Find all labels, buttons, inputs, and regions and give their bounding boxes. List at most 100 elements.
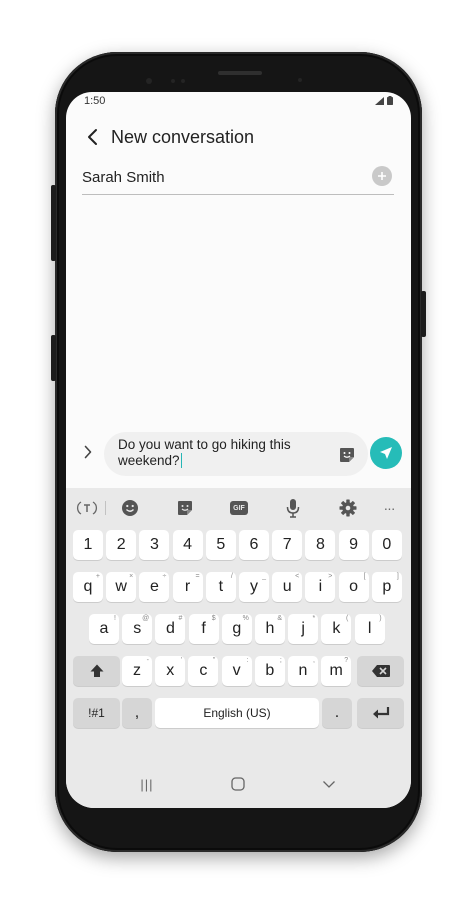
- key-a-label: a: [99, 620, 109, 637]
- period-key[interactable]: .: [322, 698, 352, 728]
- send-button[interactable]: [370, 437, 402, 469]
- key-n-label: n: [298, 662, 308, 679]
- proximity-sensor: [171, 79, 175, 83]
- key-c[interactable]: c ": [188, 656, 219, 686]
- key-j[interactable]: j *: [288, 614, 319, 644]
- more-options-button[interactable]: ···: [376, 496, 402, 520]
- key-s-label: s: [133, 620, 142, 637]
- back-button[interactable]: [80, 125, 104, 149]
- home-icon: [231, 777, 245, 791]
- key-8-label: 8: [315, 536, 325, 553]
- message-input[interactable]: Do you want to go hiking this weekend?: [104, 432, 368, 476]
- translate-button[interactable]: [74, 496, 100, 520]
- bixby-button: [51, 185, 56, 261]
- key-t[interactable]: t /: [205, 572, 236, 602]
- key-5-label: 5: [216, 536, 226, 553]
- symbols-key[interactable]: !#1: [73, 698, 120, 728]
- sticker-toolbar-button[interactable]: [172, 496, 198, 520]
- iris-camera: [298, 78, 302, 82]
- key-d[interactable]: d #: [155, 614, 186, 644]
- recipient-name: Sarah Smith: [82, 169, 165, 186]
- key-m[interactable]: m?: [321, 656, 352, 686]
- key-s[interactable]: s @: [122, 614, 153, 644]
- key-x[interactable]: x ': [155, 656, 186, 686]
- key-v[interactable]: v:: [221, 656, 252, 686]
- key-g-label: g: [232, 620, 242, 637]
- key-4-label: 4: [183, 536, 193, 553]
- enter-key[interactable]: [357, 698, 404, 728]
- recipient-field[interactable]: Sarah Smith: [82, 164, 394, 195]
- hide-keyboard-button[interactable]: [309, 774, 349, 794]
- key-a[interactable]: a!: [89, 614, 119, 644]
- key-h-hint: &: [277, 615, 282, 622]
- key-c-label: c: [199, 662, 208, 679]
- more-icon: ···: [383, 500, 396, 516]
- add-recipient-button[interactable]: [372, 166, 392, 186]
- key-s-hint: @: [142, 615, 150, 622]
- key-v-hint: :: [246, 657, 249, 664]
- text-cursor: [180, 453, 183, 468]
- key-r-hint: =: [195, 573, 200, 580]
- keyboard-settings-button[interactable]: [335, 496, 361, 520]
- key-h[interactable]: h &: [255, 614, 285, 644]
- message-text-line2: weekend?: [118, 453, 180, 468]
- key-q[interactable]: q +: [73, 572, 103, 602]
- key-0[interactable]: 0: [371, 530, 402, 560]
- key-2[interactable]: 2: [106, 530, 137, 560]
- shift-key[interactable]: [73, 656, 120, 686]
- key-b[interactable]: b;: [254, 656, 285, 686]
- space-key[interactable]: English (US): [155, 698, 319, 728]
- voice-input-button[interactable]: [280, 496, 306, 520]
- key-i[interactable]: i >: [305, 572, 336, 602]
- key-c-hint: ": [212, 657, 216, 664]
- sticker-button[interactable]: [338, 446, 356, 464]
- key-x-hint: ': [180, 657, 183, 664]
- key-p[interactable]: p]: [371, 572, 402, 602]
- keyboard: GIF ··· 1 2 3 4 5 6 7 8 9 0 q + w × e ÷ …: [66, 488, 411, 760]
- key-y[interactable]: y _: [239, 572, 269, 602]
- key-k[interactable]: k(: [321, 614, 352, 644]
- key-y-hint: _: [262, 573, 266, 580]
- key-r[interactable]: r =: [172, 572, 203, 602]
- key-t-label: t: [218, 578, 224, 595]
- backspace-key[interactable]: [357, 656, 404, 686]
- send-icon: [380, 447, 392, 459]
- home-button[interactable]: [218, 774, 258, 794]
- key-l[interactable]: l): [354, 614, 385, 644]
- key-7[interactable]: 7: [272, 530, 303, 560]
- key-n[interactable]: n,: [288, 656, 318, 686]
- period-key-label: .: [334, 704, 340, 721]
- comma-key[interactable]: ,: [122, 698, 152, 728]
- key-z[interactable]: z-: [122, 656, 152, 686]
- key-o[interactable]: o[: [338, 572, 369, 602]
- recents-button[interactable]: |||: [127, 774, 167, 794]
- key-e[interactable]: e ÷: [139, 572, 170, 602]
- key-f-label: f: [201, 620, 206, 637]
- key-0-label: 0: [382, 536, 392, 553]
- earpiece-speaker: [218, 71, 262, 75]
- gif-button[interactable]: GIF: [226, 496, 252, 520]
- sticker-icon: [178, 501, 192, 515]
- translate-icon: [77, 501, 97, 515]
- expand-attachments-button[interactable]: [80, 442, 96, 462]
- key-q-hint: +: [95, 573, 100, 580]
- key-u[interactable]: u <: [272, 572, 303, 602]
- key-6[interactable]: 6: [239, 530, 269, 560]
- backspace-icon: [371, 665, 390, 677]
- key-g[interactable]: g%: [221, 614, 252, 644]
- emoji-button[interactable]: [117, 496, 143, 520]
- key-d-label: d: [165, 620, 175, 637]
- key-v-label: v: [232, 662, 241, 679]
- key-g-hint: %: [242, 615, 249, 622]
- key-3[interactable]: 3: [139, 530, 170, 560]
- key-f[interactable]: f $: [188, 614, 219, 644]
- key-w[interactable]: w ×: [106, 572, 137, 602]
- key-8[interactable]: 8: [305, 530, 336, 560]
- key-5[interactable]: 5: [205, 530, 236, 560]
- key-i-hint: >: [328, 573, 333, 580]
- key-9[interactable]: 9: [338, 530, 369, 560]
- key-9-label: 9: [349, 536, 359, 553]
- key-4[interactable]: 4: [172, 530, 203, 560]
- key-1[interactable]: 1: [73, 530, 103, 560]
- comma-key-label: ,: [134, 704, 140, 721]
